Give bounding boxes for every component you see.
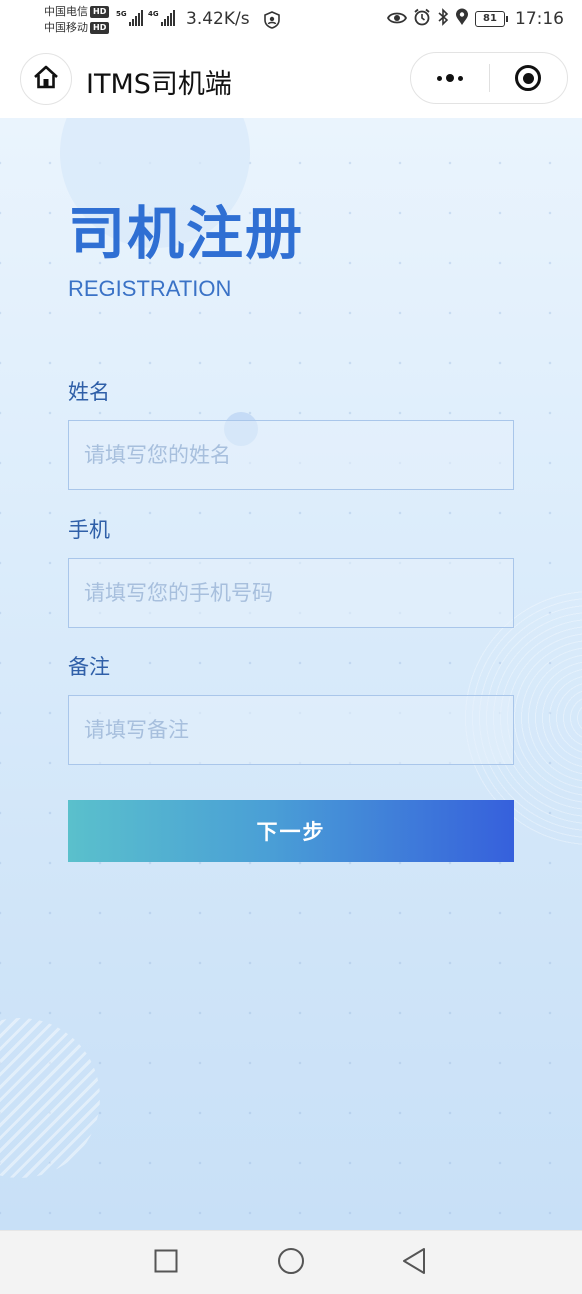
name-input[interactable] [68, 420, 514, 490]
home-button[interactable] [20, 53, 72, 105]
phone-label: 手机 [68, 518, 110, 542]
close-mini-program-button[interactable] [490, 53, 568, 103]
location-icon [455, 8, 469, 30]
alarm-icon [413, 8, 431, 30]
home-icon [33, 65, 59, 93]
status-right-group: 81 17:16 [386, 8, 564, 30]
status-bar: 中国电信 HD 中国移动 HD 5G 4G 3.42K/s 81 17:16 [0, 0, 582, 40]
nav-title: ITMS司机端 [86, 69, 232, 100]
carrier-2-name: 中国移动 [44, 21, 88, 34]
signal-5g-icon: 5G [116, 10, 143, 26]
back-button[interactable] [400, 1247, 428, 1279]
hd-badge: HD [90, 6, 110, 18]
target-close-icon [515, 65, 542, 91]
remark-label: 备注 [68, 655, 110, 679]
shield-person-icon [264, 11, 280, 33]
carrier-1-name: 中国电信 [44, 5, 88, 18]
system-nav-bar [0, 1230, 582, 1294]
signal-4g-tag: 4G [148, 10, 159, 18]
recent-apps-icon [154, 1249, 178, 1277]
more-button[interactable] [411, 53, 489, 103]
system-home-button[interactable] [277, 1247, 305, 1279]
page-subtitle: REGISTRATION [68, 276, 232, 301]
signal-5g-tag: 5G [116, 10, 127, 18]
nav-bar: ITMS司机端 [0, 40, 582, 118]
battery-level: 81 [483, 13, 497, 24]
home-circle-icon [277, 1247, 305, 1279]
status-time: 17:16 [515, 9, 564, 29]
next-step-button[interactable]: 下一步 [68, 800, 514, 862]
hd-badge: HD [90, 22, 110, 34]
carrier-info: 中国电信 HD 中国移动 HD [44, 4, 110, 36]
registration-page: 司机注册 REGISTRATION 姓名 手机 备注 下一步 [0, 118, 582, 1230]
page-title: 司机注册 [68, 201, 304, 267]
remark-input[interactable] [68, 695, 514, 765]
name-label: 姓名 [68, 380, 110, 404]
bluetooth-icon [437, 8, 449, 30]
recent-apps-button[interactable] [152, 1249, 180, 1277]
battery-icon: 81 [475, 11, 508, 27]
mini-program-capsule [410, 52, 568, 104]
network-speed: 3.42K/s [186, 9, 250, 29]
eye-icon [386, 10, 408, 29]
back-triangle-icon [401, 1247, 427, 1279]
signal-4g-icon: 4G [148, 10, 175, 26]
phone-input[interactable] [68, 558, 514, 628]
more-dots-icon [436, 74, 463, 82]
